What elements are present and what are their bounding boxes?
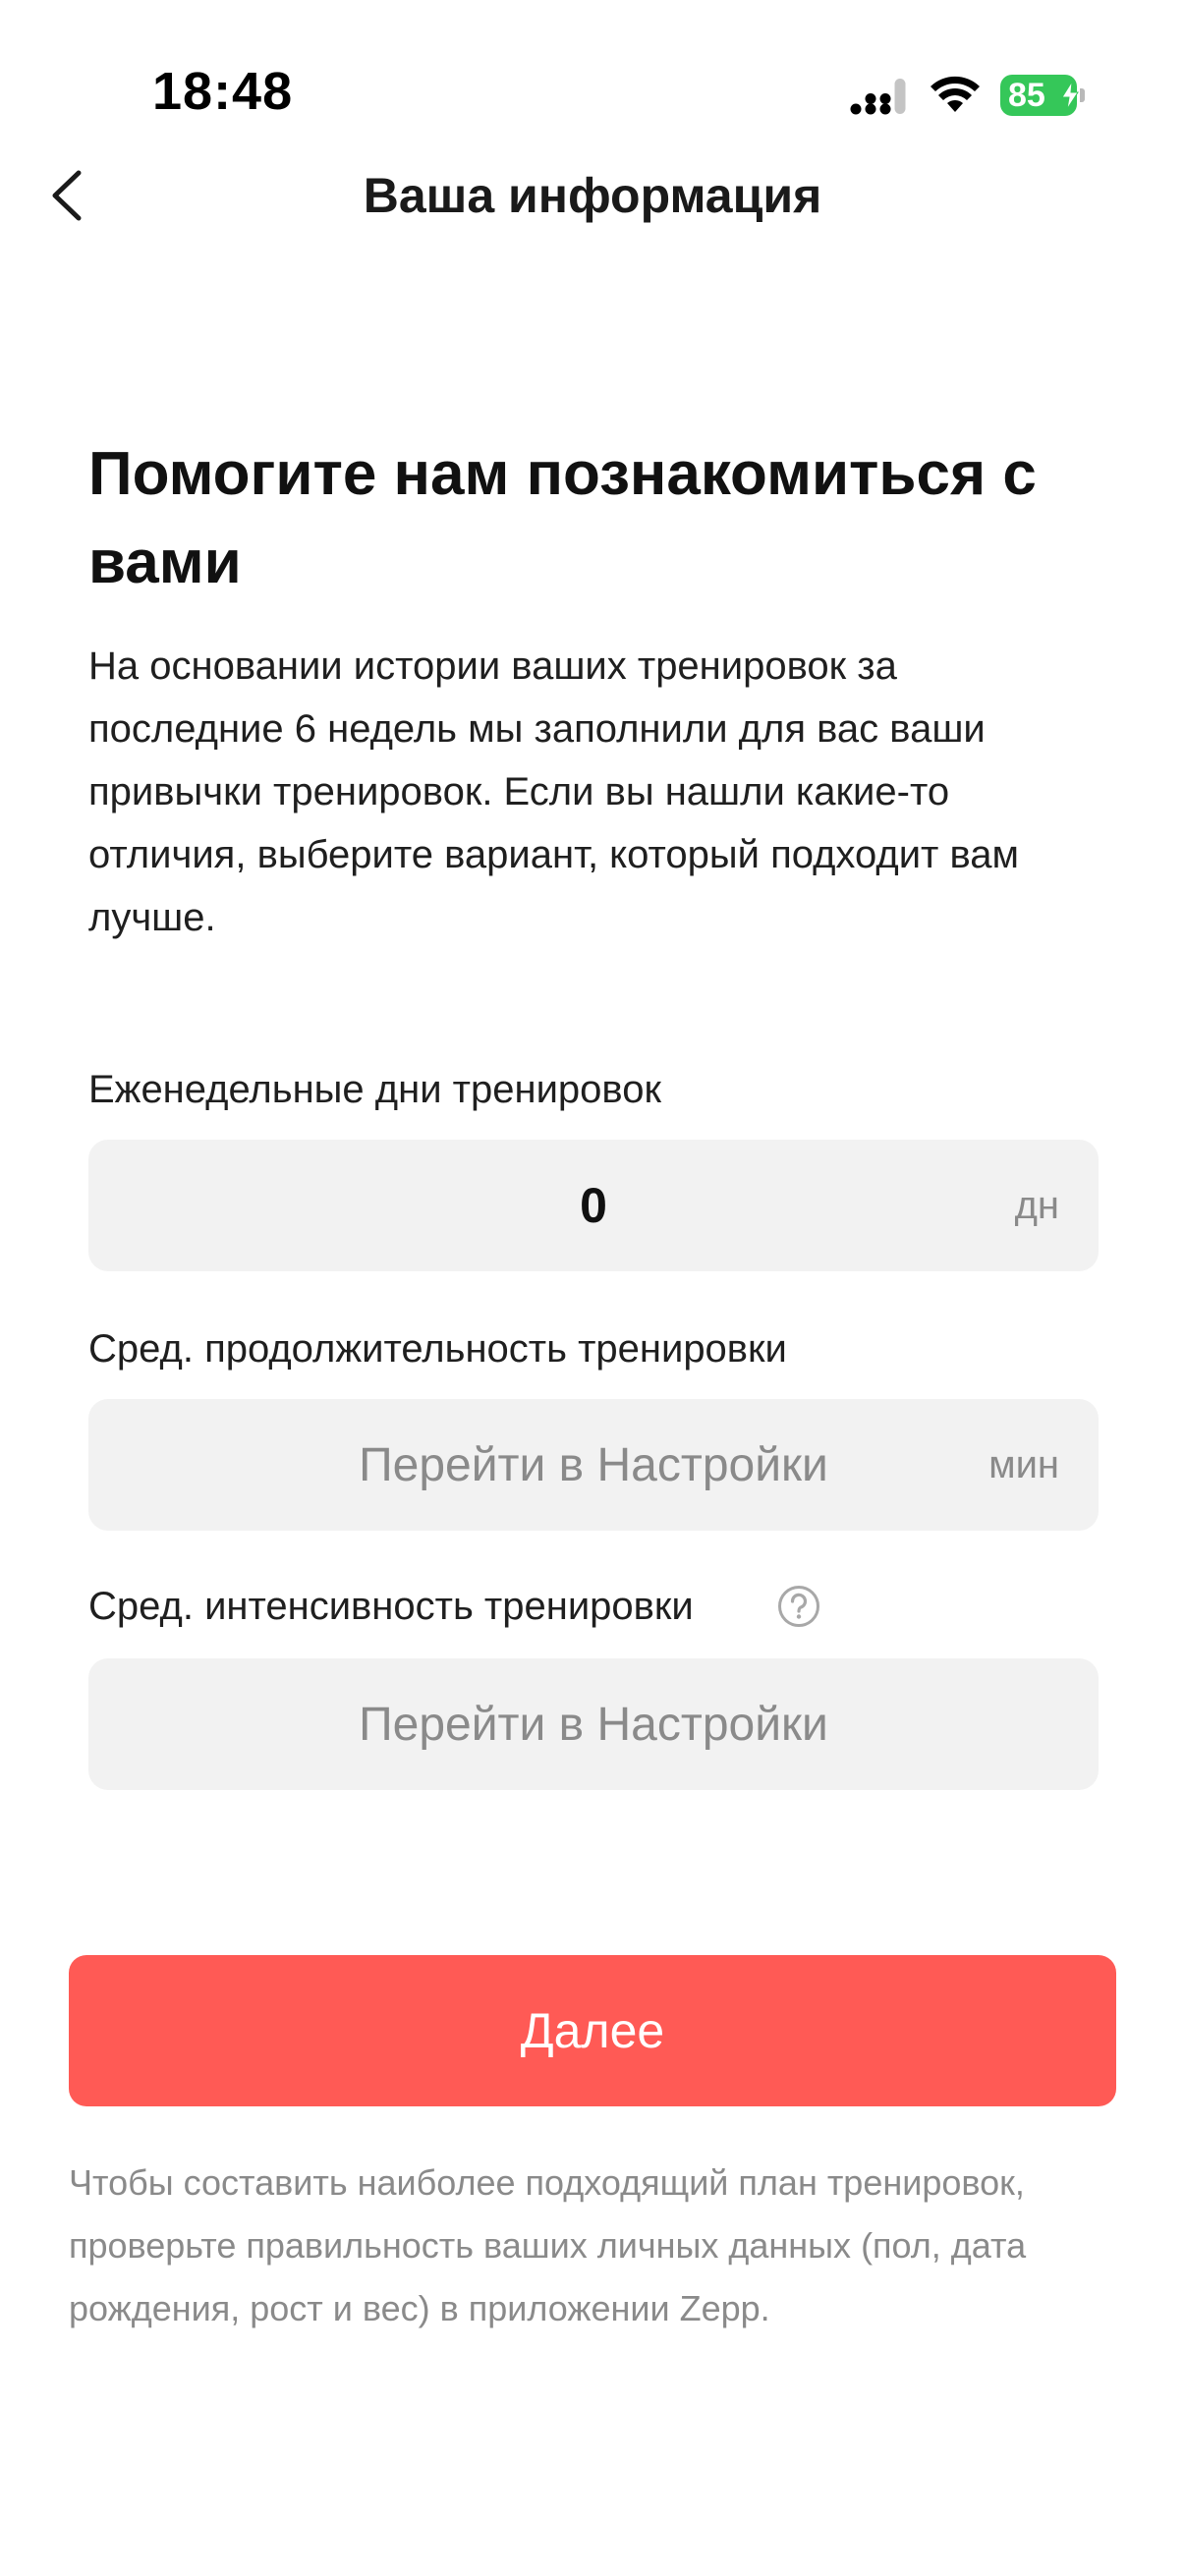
signal-icon <box>850 79 906 115</box>
battery-percent: 85 <box>1008 77 1045 114</box>
weekly-days-label: Еженедельные дни тренировок <box>88 1068 661 1111</box>
wifi-icon <box>931 76 980 112</box>
weekly-days-value: 0 <box>580 1178 607 1233</box>
next-button[interactable]: Далее <box>69 1955 1116 2106</box>
avg-duration-label: Сред. продолжительность тренировки <box>88 1327 787 1371</box>
avg-duration-unit: мин <box>988 1442 1059 1486</box>
avg-duration-value: Перейти в Настройки <box>359 1438 828 1491</box>
nav-bar: Ваша информация <box>0 147 1185 246</box>
battery-charging-icon: 85 <box>1000 75 1085 116</box>
intro-section: Помогите нам познакомиться с вами На осн… <box>88 430 1099 949</box>
battery-cap <box>1080 88 1085 102</box>
bolt-icon <box>1061 82 1079 109</box>
question-circle-icon[interactable] <box>776 1584 821 1629</box>
avg-duration-field[interactable]: Перейти в Настройки мин <box>88 1399 1099 1531</box>
weekly-days-unit: дн <box>1014 1183 1059 1227</box>
page-title: Ваша информация <box>363 168 822 223</box>
weekly-days-field[interactable]: 0 дн <box>88 1140 1099 1271</box>
footer-note: Чтобы составить наиболее подходящий план… <box>69 2162 1027 2328</box>
intro-text: На основании истории ваших тренировок за… <box>88 644 1020 939</box>
avg-intensity-field[interactable]: Перейти в Настройки <box>88 1658 1099 1790</box>
status-time: 18:48 <box>152 62 294 121</box>
avg-intensity-value: Перейти в Настройки <box>359 1698 828 1751</box>
avg-intensity-label: Сред. интенсивность тренировки <box>88 1585 694 1628</box>
section-heading: Помогите нам познакомиться с вами <box>88 440 1037 596</box>
